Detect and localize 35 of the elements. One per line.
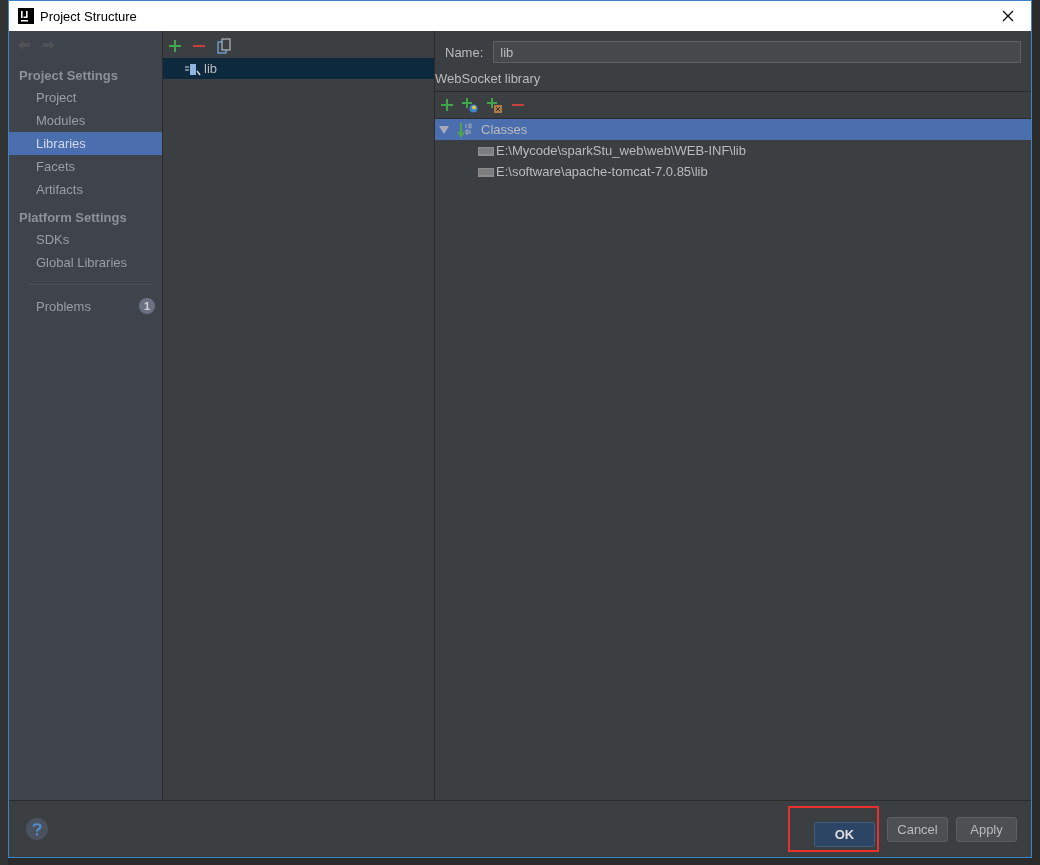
- section-heading: Platform Settings: [18, 209, 128, 227]
- copy-icon[interactable]: [217, 37, 231, 54]
- sidebar-item[interactable]: Global Libraries: [9, 251, 162, 274]
- classes-icon: [457, 121, 473, 138]
- add-icon[interactable]: [441, 99, 453, 111]
- sidebar-item[interactable]: Libraries: [9, 132, 162, 155]
- sidebar-item[interactable]: Artifacts: [9, 178, 162, 201]
- section-heading: Project Settings: [18, 67, 119, 85]
- sidebar-item[interactable]: Facets: [9, 155, 162, 178]
- library-item[interactable]: lib: [163, 58, 434, 79]
- window-title: Project Structure: [40, 8, 137, 24]
- dialog-button[interactable]: OK: [814, 822, 875, 847]
- library-icon: [185, 61, 201, 76]
- folder-icon: [478, 166, 494, 177]
- problem-count-badge: 1: [139, 298, 155, 314]
- add-jar-icon[interactable]: [487, 97, 503, 113]
- add-globe-icon[interactable]: [462, 97, 478, 113]
- library-title: WebSocket library: [435, 63, 1031, 92]
- sidebar-item[interactable]: Modules: [9, 109, 162, 132]
- name-label: Name:: [445, 44, 484, 60]
- help-icon[interactable]: [25, 817, 49, 841]
- tree-node[interactable]: E:\software\apache-tomcat-7.0.85\lib: [435, 161, 1031, 182]
- tree-node[interactable]: Classes: [435, 119, 1031, 140]
- sidebar-item[interactable]: Problems: [36, 298, 91, 314]
- expanded-triangle-icon[interactable]: [439, 124, 449, 135]
- dialog-button[interactable]: Apply: [956, 816, 1017, 842]
- tree-node[interactable]: E:\Mycode\sparkStu_web\web\WEB-INF\lib: [435, 140, 1031, 161]
- app-logo-icon: [18, 8, 34, 24]
- sidebar-item[interactable]: Project: [9, 86, 162, 109]
- add-icon[interactable]: [169, 39, 181, 52]
- dialog-button[interactable]: Cancel: [887, 816, 948, 842]
- name-field[interactable]: lib: [493, 41, 1021, 63]
- folder-icon: [478, 145, 494, 156]
- close-icon: [1002, 10, 1014, 22]
- sidebar-item[interactable]: SDKs: [9, 228, 162, 251]
